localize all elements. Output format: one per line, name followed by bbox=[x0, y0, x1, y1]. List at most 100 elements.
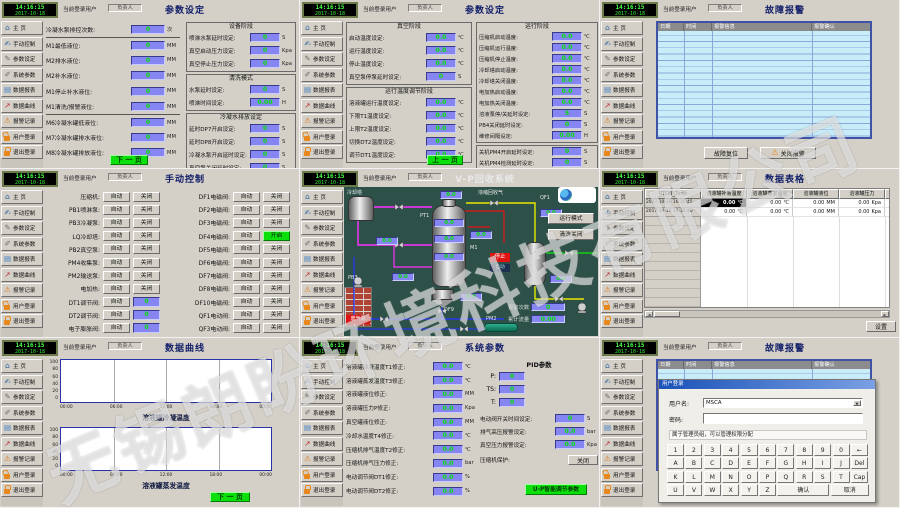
sidebar-item-home[interactable]: ⌂主 页 bbox=[601, 359, 643, 373]
param-value-input[interactable]: 0 bbox=[250, 124, 280, 133]
sidebar-item-login[interactable]: 用户登录 bbox=[601, 299, 643, 313]
sidebar-item-logout[interactable]: 退出登录 bbox=[601, 483, 643, 497]
keyboard-key[interactable]: 8 bbox=[796, 444, 813, 456]
pid-value-input[interactable]: 0 bbox=[499, 372, 525, 381]
sidebar-item-report[interactable]: ▤数据报表 bbox=[1, 252, 43, 266]
pid-value-input[interactable]: 0 bbox=[499, 398, 525, 407]
sidebar-item-login[interactable]: 用户登录 bbox=[1, 299, 43, 313]
sidebar-item-alarm[interactable]: ⚠报警记录 bbox=[601, 283, 643, 297]
sidebar-item-report[interactable]: ▤数据报表 bbox=[301, 252, 343, 266]
auto-mode-button[interactable]: 自动 bbox=[103, 310, 130, 320]
auto-mode-button[interactable]: 自动 bbox=[233, 192, 260, 202]
horizontal-scrollbar[interactable]: ◄ ► bbox=[644, 310, 890, 318]
sidebar-item-alarm[interactable]: ⚠报警记录 bbox=[1, 283, 43, 297]
sidebar-item-login[interactable]: 用户登录 bbox=[301, 468, 343, 482]
storage-vessel[interactable] bbox=[524, 242, 546, 286]
auto-mode-button[interactable]: 自动 bbox=[103, 218, 130, 228]
auto-mode-button[interactable]: 自动 bbox=[233, 244, 260, 254]
sidebar-item-manual[interactable]: ✍手动控制 bbox=[1, 206, 43, 220]
param-value-input[interactable]: 0.0 bbox=[426, 59, 456, 68]
sidebar-item-params[interactable]: ✎参数设定 bbox=[1, 390, 43, 404]
sidebar-item-report[interactable]: ▤数据报表 bbox=[301, 83, 343, 97]
sidebar-item-alarm[interactable]: ⚠报警记录 bbox=[1, 114, 43, 128]
trend-chart-2[interactable] bbox=[60, 427, 272, 471]
keyboard-key[interactable]: L bbox=[685, 471, 702, 483]
param-value-input[interactable]: 0.0 bbox=[433, 404, 463, 413]
keyboard-key[interactable]: H bbox=[796, 457, 813, 469]
keyboard-key[interactable]: R bbox=[796, 471, 813, 483]
auto-mode-button[interactable]: 自动 bbox=[103, 297, 130, 307]
keyboard-key[interactable]: V bbox=[685, 484, 702, 496]
sidebar-item-manual[interactable]: ✍手动控制 bbox=[601, 206, 643, 220]
param-value-input[interactable]: 0.0 bbox=[552, 43, 582, 52]
device-state-button[interactable]: 关闭 bbox=[263, 205, 290, 215]
sidebar-item-alarm[interactable]: ⚠报警记录 bbox=[301, 114, 343, 128]
sidebar-item-params[interactable]: ✎参数设定 bbox=[601, 221, 643, 235]
device-state-button[interactable]: 关闭 bbox=[263, 244, 290, 254]
param-value-input[interactable]: 0 bbox=[555, 414, 585, 423]
sidebar-item-home[interactable]: ⌂主 页 bbox=[301, 359, 343, 373]
sidebar-item-system[interactable]: ✐系统参数 bbox=[1, 68, 43, 82]
sidebar-item-curve[interactable]: ↗数据曲线 bbox=[301, 437, 343, 451]
auto-mode-button[interactable]: 自动 bbox=[103, 323, 130, 333]
sidebar-item-params[interactable]: ✎参数设定 bbox=[1, 221, 43, 235]
sidebar-item-params[interactable]: ✎参数设定 bbox=[301, 52, 343, 66]
sidebar-item-manual[interactable]: ✍手动控制 bbox=[601, 37, 643, 51]
keyboard-key[interactable]: T bbox=[833, 471, 850, 483]
sidebar-item-logout[interactable]: 退出登录 bbox=[301, 483, 343, 497]
auto-mode-button[interactable]: 自动 bbox=[233, 231, 260, 241]
prev-page-button[interactable]: 上 一 页 bbox=[427, 155, 463, 165]
device-state-button[interactable]: 0 bbox=[133, 323, 160, 333]
device-state-button[interactable]: 关闭 bbox=[133, 192, 160, 202]
device-state-button[interactable]: 关闭 bbox=[133, 244, 160, 254]
param-value-input[interactable]: 0 bbox=[426, 72, 456, 81]
cell-selected[interactable]: 0.00℃ bbox=[701, 199, 747, 208]
trend-chart-1[interactable] bbox=[60, 359, 272, 403]
sidebar-item-report[interactable]: ▤数据报表 bbox=[601, 83, 643, 97]
keyboard-key[interactable]: S bbox=[814, 471, 831, 483]
param-value-input[interactable]: 0 bbox=[250, 85, 280, 94]
cancel-button[interactable]: 取消 bbox=[831, 484, 869, 496]
sidebar-item-alarm[interactable]: ⚠报警记录 bbox=[301, 283, 343, 297]
auto-mode-button[interactable]: 自动 bbox=[233, 297, 260, 307]
sidebar-item-logout[interactable]: 退出登录 bbox=[601, 145, 643, 159]
keyboard-key[interactable]: 0 bbox=[833, 444, 850, 456]
auto-mode-button[interactable]: 自动 bbox=[233, 218, 260, 228]
param-value-input[interactable]: 0 bbox=[131, 87, 165, 96]
sidebar-item-logout[interactable]: 退出登录 bbox=[301, 314, 343, 328]
sidebar-item-manual[interactable]: ✍手动控制 bbox=[601, 375, 643, 389]
param-value-input[interactable]: 0.0 bbox=[555, 427, 585, 436]
sidebar-item-login[interactable]: 用户登录 bbox=[601, 468, 643, 482]
sidebar-item-params[interactable]: ✎参数设定 bbox=[301, 390, 343, 404]
up-tune-params-button[interactable]: U-P智能调节参数 bbox=[525, 484, 587, 495]
sidebar-item-home[interactable]: ⌂主 页 bbox=[301, 190, 343, 204]
sidebar-item-home[interactable]: ⌂主 页 bbox=[1, 21, 43, 35]
param-value-input[interactable]: 0.0 bbox=[433, 362, 463, 371]
sidebar-item-home[interactable]: ⌂主 页 bbox=[1, 190, 43, 204]
keyboard-key[interactable]: U bbox=[667, 484, 684, 496]
sidebar-item-params[interactable]: ✎参数设定 bbox=[601, 390, 643, 404]
auto-mode-button[interactable]: 自动 bbox=[233, 284, 260, 294]
param-value-input[interactable]: 0 bbox=[250, 33, 280, 42]
device-state-button[interactable]: 关闭 bbox=[263, 297, 290, 307]
auto-mode-button[interactable]: 自动 bbox=[233, 323, 260, 333]
table-row[interactable]: 2017-10-18 16:35:45 0.00℃ 0.00℃ 0.00MM 0… bbox=[645, 199, 889, 208]
sidebar-item-manual[interactable]: ✍手动控制 bbox=[301, 375, 343, 389]
sidebar-item-login[interactable]: 用户登录 bbox=[301, 130, 343, 144]
table-row[interactable]: 2017-10-18 16:35:40 0.00℃ 0.00℃ 0.00MM 0… bbox=[645, 208, 889, 217]
keyboard-key[interactable]: X bbox=[722, 484, 739, 496]
sidebar-item-curve[interactable]: ↗数据曲线 bbox=[1, 99, 43, 113]
param-value-input[interactable]: 0.00 bbox=[552, 131, 582, 140]
param-value-input[interactable]: 0.0 bbox=[552, 32, 582, 41]
sidebar-item-curve[interactable]: ↗数据曲线 bbox=[301, 268, 343, 282]
param-value-input[interactable]: 0 bbox=[250, 59, 280, 68]
sidebar-item-report[interactable]: ▤数据报表 bbox=[1, 421, 43, 435]
recovery-column[interactable] bbox=[432, 205, 466, 287]
sidebar-item-system[interactable]: ✐系统参数 bbox=[601, 406, 643, 420]
device-state-button[interactable]: 关闭 bbox=[263, 310, 290, 320]
device-state-button[interactable]: 关闭 bbox=[263, 192, 290, 202]
auto-mode-button[interactable]: 自动 bbox=[103, 271, 130, 281]
param-value-input[interactable]: 0 bbox=[131, 102, 165, 111]
param-value-input[interactable]: 0.0 bbox=[552, 87, 582, 96]
keyboard-key[interactable]: 9 bbox=[814, 444, 831, 456]
